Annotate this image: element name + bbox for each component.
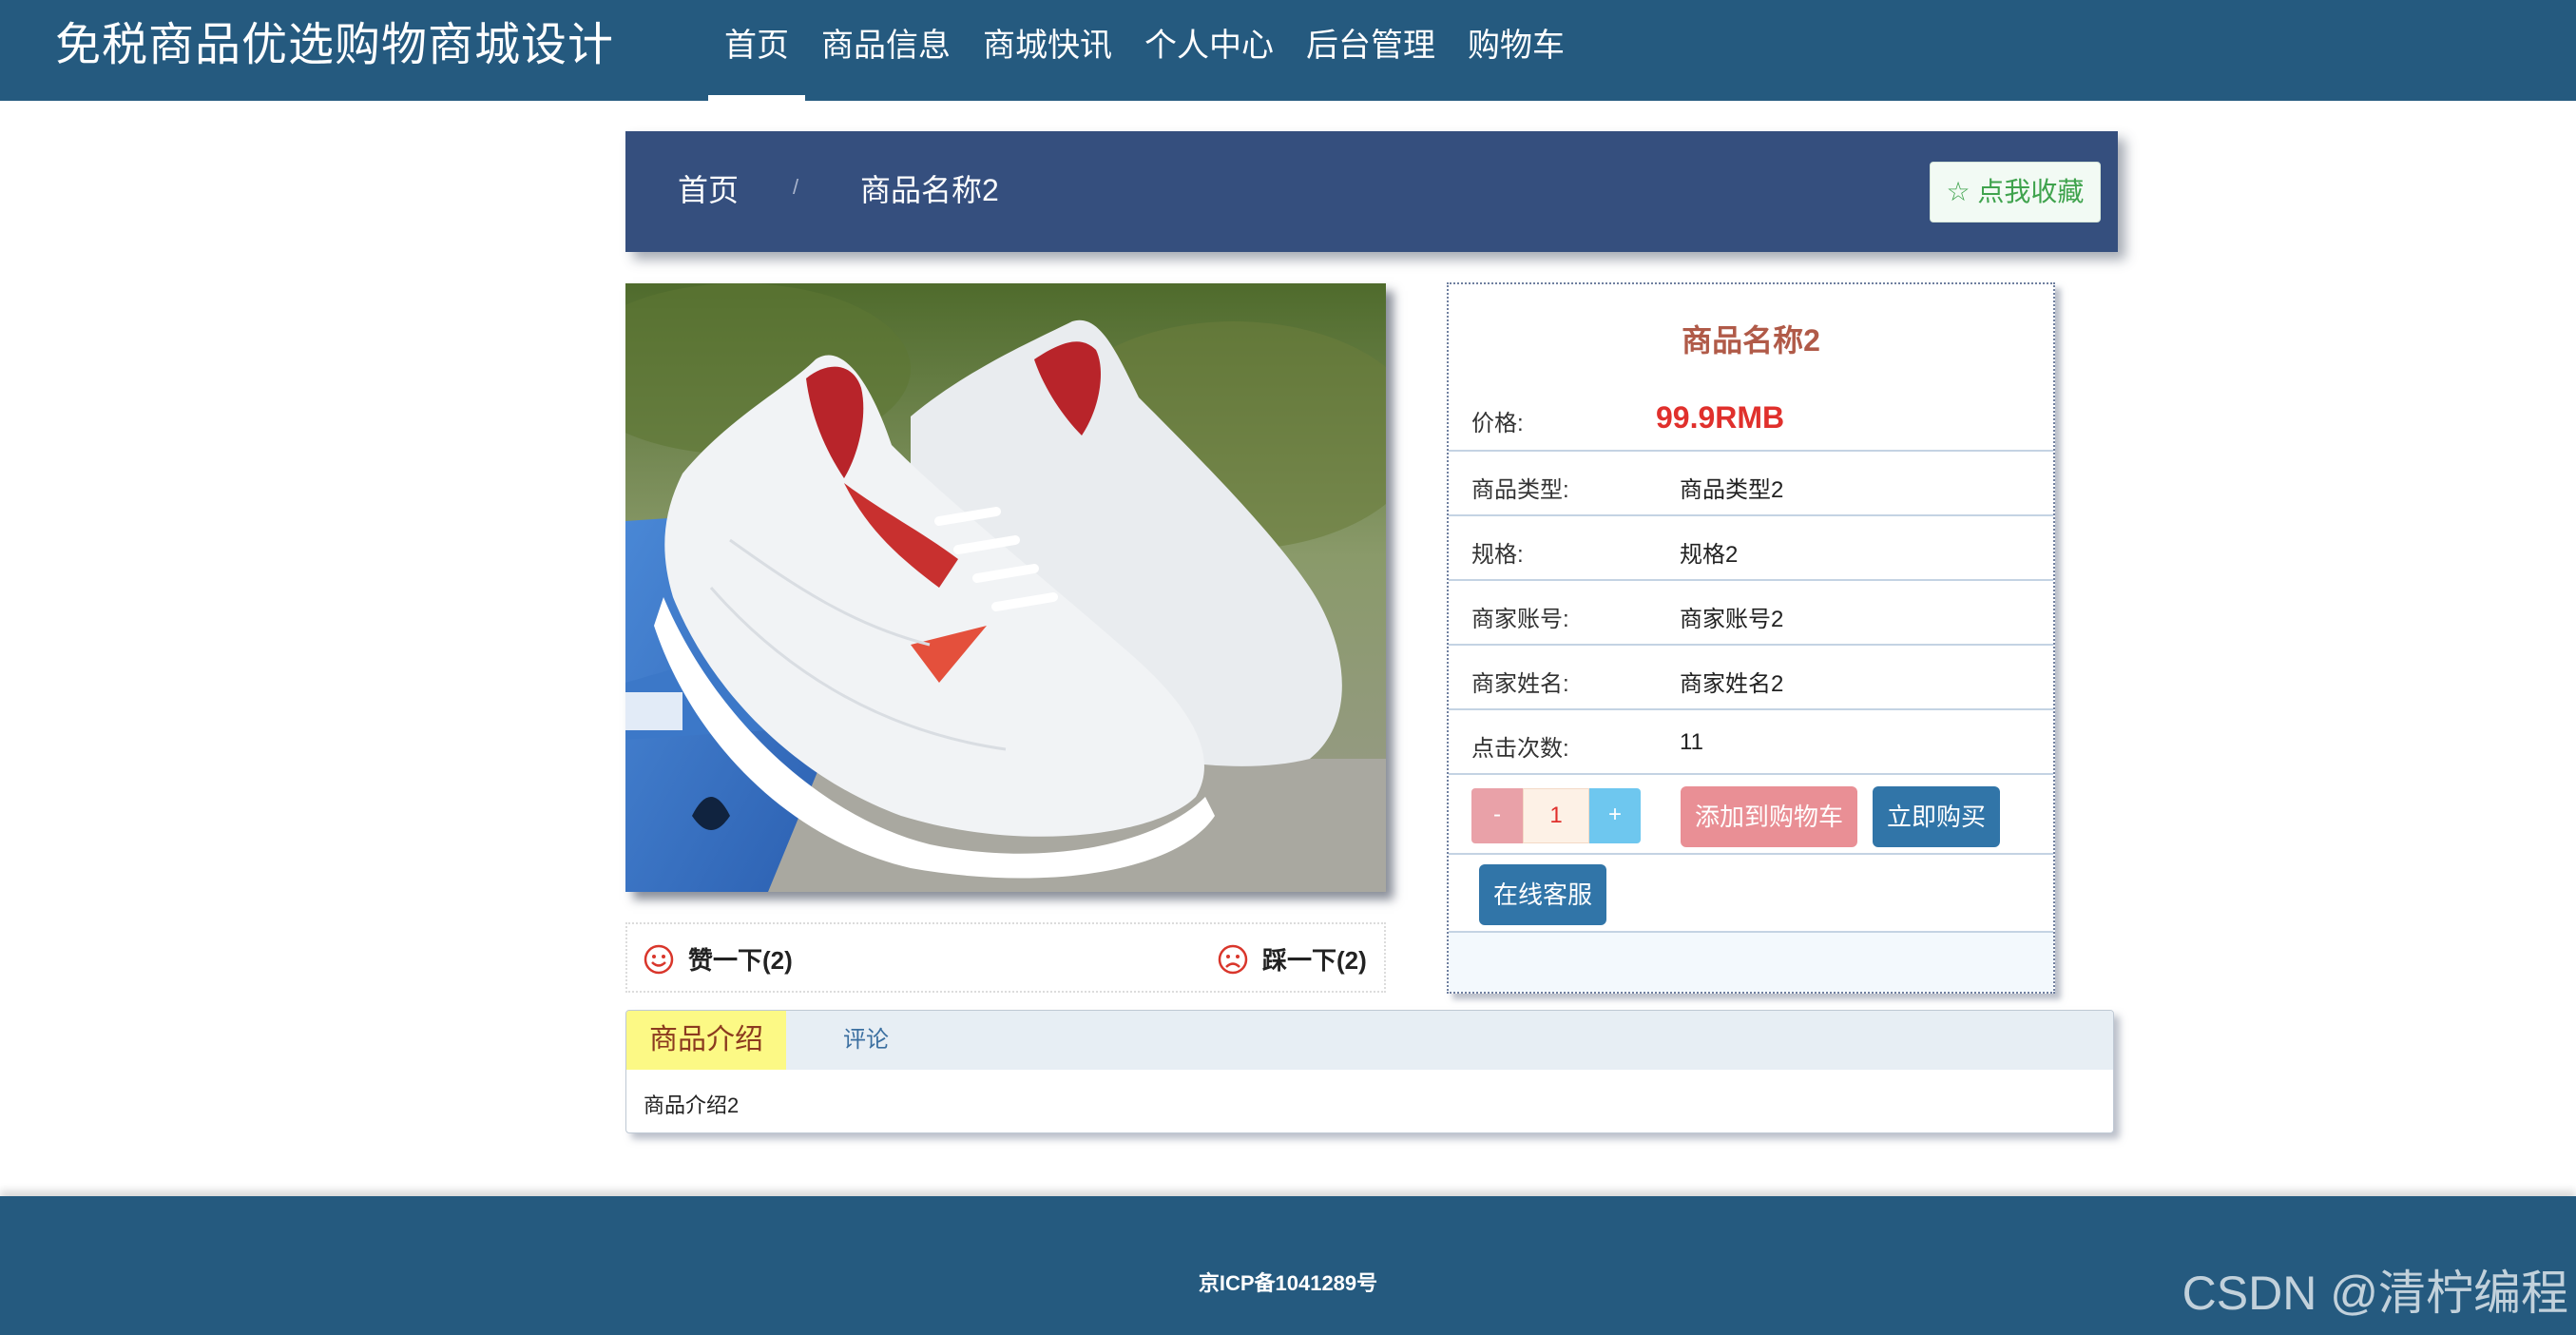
price-label: 价格: <box>1471 411 1524 436</box>
quantity-increase-button[interactable]: + <box>1589 788 1641 843</box>
tab-content: 商品介绍2 <box>644 1093 740 1117</box>
field-value-clicks: 11 <box>1680 729 1703 755</box>
add-to-cart-button[interactable]: 添加到购物车 <box>1681 786 1857 847</box>
dislike-label: 踩一下(2) <box>1262 946 1367 975</box>
main-nav: 首页 商品信息 商城快讯 个人中心 后台管理 购物车 <box>708 0 1581 101</box>
field-label-clicks: 点击次数: <box>1471 736 1569 762</box>
price-value: 99.9RMB <box>1656 400 1785 435</box>
csdn-watermark: CSDN @清柠编程 <box>2182 1267 2568 1320</box>
like-label: 赞一下(2) <box>688 946 793 975</box>
quantity-stepper: - + <box>1471 788 1641 843</box>
field-label-merchant-account: 商家账号: <box>1471 607 1569 632</box>
field-row-merchant-account: 商家账号: 商家账号2 <box>1449 581 2053 646</box>
field-value-merchant-account: 商家账号2 <box>1680 607 1784 632</box>
field-row-merchant-name: 商家姓名: 商家姓名2 <box>1449 646 2053 710</box>
favorite-button[interactable]: ☆ 点我收藏 <box>1930 162 2101 222</box>
field-row-clicks: 点击次数: 11 <box>1449 710 2053 775</box>
field-label-merchant-name: 商家姓名: <box>1471 671 1569 697</box>
field-value-merchant-name: 商家姓名2 <box>1680 671 1784 697</box>
buy-now-button[interactable]: 立即购买 <box>1873 786 2000 847</box>
nav-item-products[interactable]: 商品信息 <box>805 0 967 101</box>
field-value-type: 商品类型2 <box>1680 477 1784 503</box>
nav-item-cart[interactable]: 购物车 <box>1451 0 1581 101</box>
quantity-decrease-button[interactable]: - <box>1471 788 1523 843</box>
dislike-button[interactable]: 踩一下(2) <box>1217 941 1367 977</box>
breadcrumb-home-link[interactable]: 首页 <box>678 169 739 211</box>
field-row-type: 商品类型: 商品类型2 <box>1449 452 2053 516</box>
breadcrumb-current: 商品名称2 <box>860 173 999 207</box>
smile-icon <box>644 944 674 974</box>
product-info-panel: 商品名称2 价格: 99.9RMB 商品类型: 商品类型2 规格: 规格2 商家… <box>1447 282 2055 994</box>
field-row-spec: 规格: 规格2 <box>1449 516 2053 581</box>
tab-header: 商品介绍 评论 <box>626 1011 2113 1070</box>
service-row: 在线客服 <box>1449 855 2053 933</box>
product-name: 商品名称2 <box>1682 323 1820 358</box>
product-tabs: 商品介绍 评论 商品介绍2 <box>625 1010 2114 1133</box>
like-button[interactable]: 赞一下(2) <box>643 941 793 977</box>
nav-item-home[interactable]: 首页 <box>708 0 805 101</box>
breadcrumb: 首页 / 商品名称2 ☆ 点我收藏 <box>625 131 2118 252</box>
price-row: 价格: 99.9RMB <box>1449 389 2053 452</box>
nav-item-admin[interactable]: 后台管理 <box>1290 0 1451 101</box>
footer: 京ICP备1041289号 CSDN @清柠编程 <box>0 1196 2576 1335</box>
reaction-bar: 赞一下(2) 踩一下(2) <box>625 922 1386 993</box>
top-navbar: 免税商品优选购物商城设计 首页 商品信息 商城快讯 个人中心 后台管理 购物车 <box>0 0 2576 101</box>
nav-item-news[interactable]: 商城快讯 <box>967 0 1128 101</box>
nav-item-profile[interactable]: 个人中心 <box>1128 0 1290 101</box>
info-panel-footer <box>1449 933 2053 992</box>
tab-comments[interactable]: 评论 <box>843 1011 889 1070</box>
field-label-type: 商品类型: <box>1471 477 1569 503</box>
field-value-spec: 规格2 <box>1680 542 1739 568</box>
breadcrumb-separator: / <box>793 175 799 199</box>
purchase-row: - + 添加到购物车 立即购买 <box>1449 775 2053 855</box>
frown-icon <box>1218 944 1248 974</box>
quantity-input[interactable] <box>1523 788 1589 843</box>
site-title[interactable]: 免税商品优选购物商城设计 <box>55 15 614 76</box>
field-label-spec: 规格: <box>1471 542 1524 568</box>
tab-introduction[interactable]: 商品介绍 <box>626 1011 786 1070</box>
product-image <box>625 283 1386 892</box>
online-service-button[interactable]: 在线客服 <box>1479 864 1606 925</box>
